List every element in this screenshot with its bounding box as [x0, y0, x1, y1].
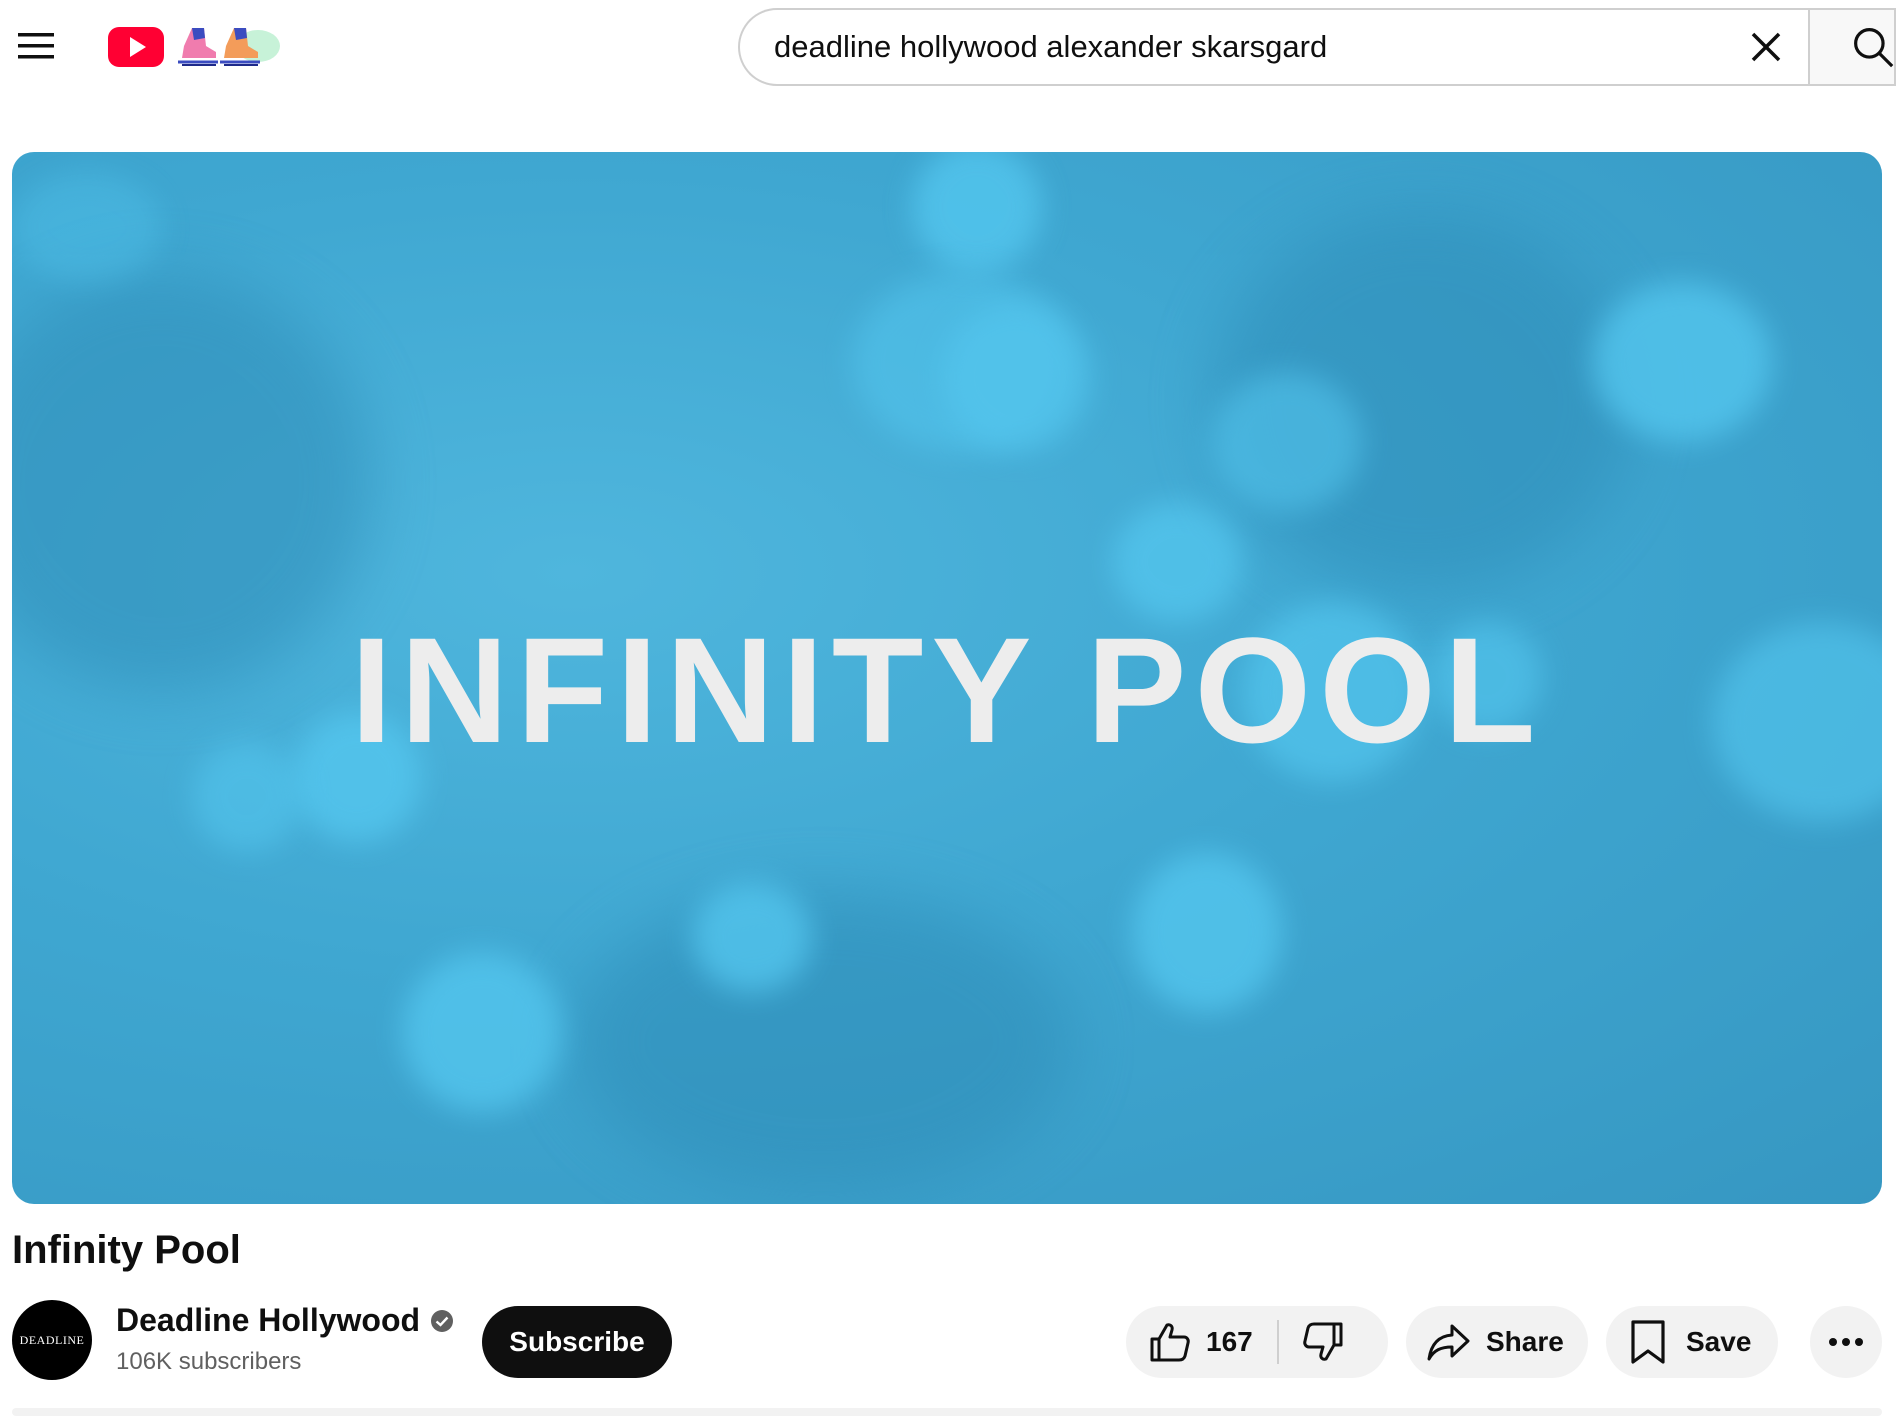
share-button[interactable]: Share: [1406, 1306, 1588, 1378]
subscribe-button[interactable]: Subscribe: [482, 1306, 672, 1378]
channel-name: Deadline Hollywood: [116, 1302, 421, 1338]
share-arrow-icon: [1427, 1324, 1470, 1361]
save-button[interactable]: Save: [1606, 1306, 1778, 1378]
more-horizontal-icon: [1829, 1338, 1863, 1346]
subscriber-count: 106K subscribers: [116, 1348, 302, 1375]
close-icon: [1751, 32, 1781, 62]
verified-check-icon: [431, 1309, 454, 1332]
video-player[interactable]: INFINITY POOL: [12, 152, 1882, 1204]
share-label: Share: [1486, 1326, 1564, 1357]
youtube-logo-icon: [108, 27, 164, 67]
video-title: Infinity Pool: [12, 1228, 241, 1272]
youtube-home-logo[interactable]: [106, 24, 284, 70]
like-button[interactable]: 167: [1126, 1306, 1279, 1378]
search-input[interactable]: [772, 16, 1736, 78]
bookmark-icon: [1631, 1320, 1665, 1364]
thumbs-down-icon: [1302, 1322, 1343, 1361]
thumbs-up-icon: [1150, 1323, 1190, 1362]
like-count: 167: [1206, 1326, 1253, 1357]
save-label: Save: [1686, 1326, 1752, 1357]
masthead: [0, 0, 1896, 110]
search-icon: [1854, 28, 1894, 68]
like-dislike-group: 167: [1126, 1306, 1388, 1378]
hamburger-menu-icon: [18, 33, 54, 59]
ice-skates-doodle-icon: [178, 28, 280, 66]
dislike-button[interactable]: [1279, 1306, 1367, 1378]
search-box: [738, 8, 1808, 86]
clear-search-button[interactable]: [1736, 17, 1796, 77]
avatar-text: DEADLINE: [19, 1332, 85, 1347]
description-box-edge: [12, 1408, 1882, 1416]
more-actions-button[interactable]: [1810, 1306, 1882, 1378]
search-button[interactable]: [1808, 8, 1896, 86]
hamburger-menu-button[interactable]: [12, 22, 60, 70]
player-overlay-title: INFINITY POOL: [350, 605, 1544, 774]
channel-avatar[interactable]: DEADLINE: [12, 1300, 92, 1380]
channel-name-link[interactable]: Deadline Hollywood: [116, 1302, 454, 1339]
